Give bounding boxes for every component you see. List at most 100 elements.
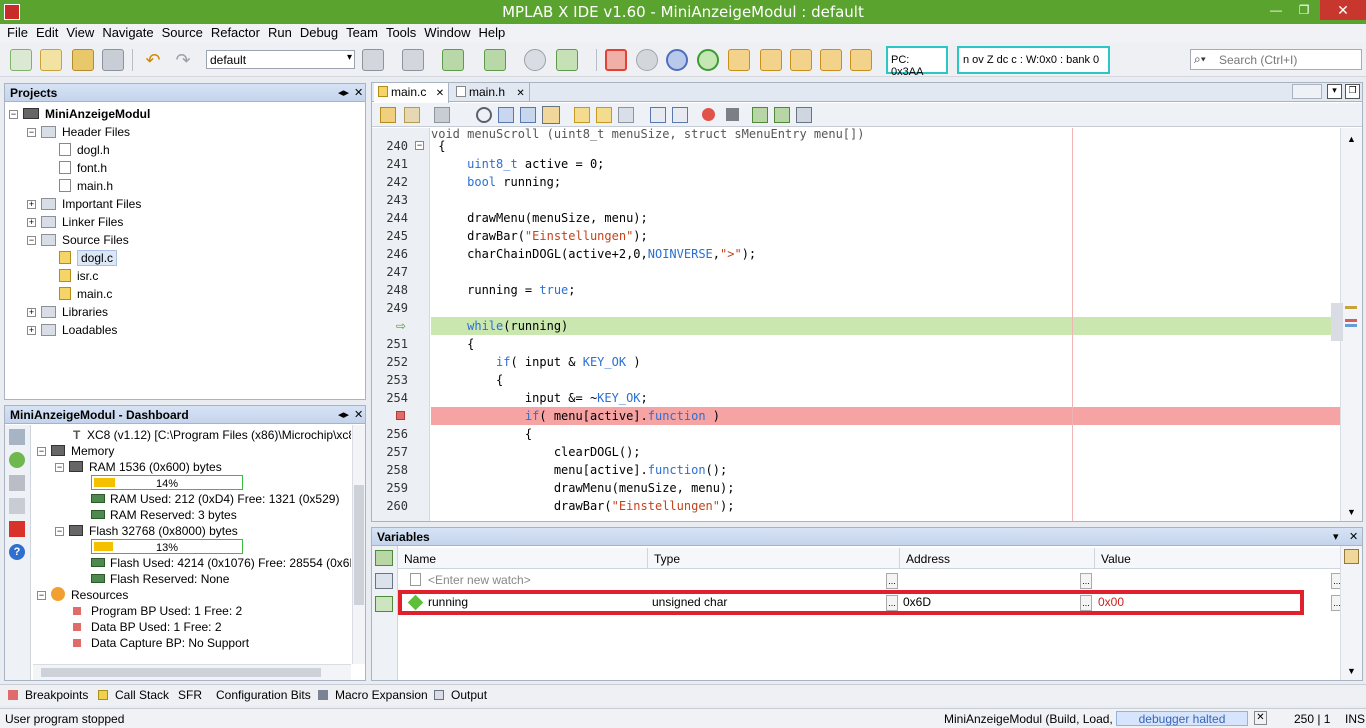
build-status[interactable]: MiniAnzeigeModul (Build, Load, ...) [944,712,1130,726]
collapse-icon[interactable]: − [27,128,36,137]
collapse-icon[interactable]: − [27,236,36,245]
expand-icon[interactable]: + [27,326,36,335]
run-to-cursor-icon[interactable] [820,49,842,71]
menu-file[interactable]: File [4,24,33,43]
toggle-bookmark-icon[interactable] [618,107,634,123]
set-pc-icon[interactable] [850,49,872,71]
tab-list-icon[interactable]: ▾ [1327,84,1342,99]
step-out-icon[interactable] [790,49,812,71]
finish-debug-icon[interactable] [605,49,627,71]
tree-item[interactable]: main.h [45,177,113,195]
code-line[interactable]: drawMenu(menuSize, menu); [431,479,1340,497]
tab-sfr[interactable]: SFR [178,688,202,702]
reset-debug-icon[interactable] [666,49,688,71]
breakpoint-icon[interactable] [396,411,405,420]
dashboard-horizontal-scrollbar[interactable] [33,664,351,680]
shift-right-icon[interactable] [672,107,688,123]
help-icon[interactable]: ? [9,544,25,560]
expand-icon[interactable]: + [27,218,36,227]
find-icon[interactable] [476,107,492,123]
tree-item[interactable]: + Linker Files [27,213,123,231]
code-line[interactable]: charChainDOGL(active+2,0,NOINVERSE,">"); [431,245,1340,263]
scrollbar-thumb[interactable] [354,485,364,605]
code-area[interactable]: void menuScroll (uint8_t menuSize, struc… [431,128,1340,521]
dashboard-vertical-scrollbar[interactable] [352,425,365,664]
tab-scroll-buttons[interactable] [1292,84,1322,99]
tree-item[interactable]: + Loadables [27,321,117,339]
tree-item[interactable]: isr.c [45,267,98,285]
configuration-select[interactable]: default ▾ [206,50,355,69]
code-line[interactable]: running = true; [431,281,1340,299]
find-prev-icon[interactable] [498,107,514,123]
code-line[interactable]: menu[active].function(); [431,461,1340,479]
ellipsis-button[interactable]: ... [886,595,898,611]
tab-close-icon[interactable]: ✕ [516,88,524,99]
menu-source[interactable]: Source [159,24,208,43]
code-line[interactable]: drawBar("Einstellungen"); [431,497,1340,515]
macro-stop-icon[interactable] [726,108,739,121]
menu-run[interactable]: Run [265,24,297,43]
panel-close-icon[interactable]: ✕ [354,408,363,421]
menu-edit[interactable]: Edit [33,24,63,43]
diff-icon[interactable] [796,107,812,123]
menu-team[interactable]: Team [343,24,383,43]
tab-breakpoints[interactable]: Breakpoints [8,688,88,702]
collapse-icon[interactable]: − [9,110,18,119]
panel-menu-icon[interactable]: ▾ [1333,530,1339,543]
undo-icon[interactable]: ↶ [142,49,164,71]
scrollbar-thumb[interactable] [1331,303,1343,341]
collapse-icon[interactable]: − [37,447,46,456]
code-line[interactable] [431,299,1340,317]
expand-icon[interactable]: + [27,200,36,209]
variable-value[interactable]: 0x00 [1098,592,1124,613]
pause-icon[interactable] [636,49,658,71]
next-bookmark-icon[interactable] [596,107,612,123]
collapse-icon[interactable]: − [55,463,64,472]
tab-output[interactable]: Output [434,688,487,702]
prev-bookmark-icon[interactable] [574,107,590,123]
chip-info-icon[interactable] [9,475,25,491]
ellipsis-button[interactable]: ... [886,573,898,589]
new-watch-row[interactable]: <Enter new watch> ... ... ... [398,570,1343,591]
cancel-process-icon[interactable]: ✕ [1254,711,1267,725]
tree-item[interactable]: − Source Files [27,231,129,249]
uncomment-icon[interactable] [774,107,790,123]
panel-menu-icon[interactable]: ◂▸ [338,408,349,421]
search-box[interactable]: ⌕▾ Search (Ctrl+I) [1190,49,1362,70]
code-line[interactable]: if( menu[active].function ) [431,407,1340,425]
autos-icon[interactable] [375,573,393,589]
tab-configuration-bits[interactable]: Configuration Bits [216,688,311,702]
continue-icon[interactable] [697,49,719,71]
panel-close-icon[interactable]: ✕ [1349,530,1358,543]
expand-icon[interactable]: + [27,308,36,317]
toggle-highlight-icon[interactable] [542,106,560,124]
columns-icon[interactable] [1344,549,1359,564]
tab-close-icon[interactable]: ✕ [436,88,444,99]
back-icon[interactable] [404,107,420,123]
menu-debug[interactable]: Debug [297,24,343,43]
comment-icon[interactable] [752,107,768,123]
collapse-icon[interactable]: − [37,591,46,600]
refresh-icon[interactable] [9,452,25,468]
device-icon[interactable] [9,498,25,514]
read-device-icon[interactable] [484,49,506,71]
scroll-down-icon[interactable]: ▼ [1347,666,1356,676]
tab-macro-expansion[interactable]: Macro Expansion [318,688,428,702]
reset-icon[interactable] [524,49,546,71]
step-over-icon[interactable] [728,49,750,71]
tree-item[interactable]: main.c [45,285,112,303]
column-type[interactable]: Type [648,548,900,569]
column-value[interactable]: Value [1095,548,1342,569]
menu-refactor[interactable]: Refactor [208,24,265,43]
menu-view[interactable]: View [63,24,99,43]
new-project-icon[interactable] [40,49,62,71]
code-line[interactable]: drawBar("Einstellungen"); [431,227,1340,245]
code-line[interactable]: input &= ~KEY_OK; [431,389,1340,407]
tree-item[interactable]: − Header Files [27,123,130,141]
code-line[interactable]: { [431,335,1340,353]
redo-icon[interactable]: ↷ [172,49,194,71]
ellipsis-button[interactable]: ... [1080,595,1092,611]
ellipsis-button[interactable]: ... [1080,573,1092,589]
tree-item[interactable]: font.h [45,159,107,177]
panel-menu-icon[interactable]: ◂▸ [338,86,349,99]
